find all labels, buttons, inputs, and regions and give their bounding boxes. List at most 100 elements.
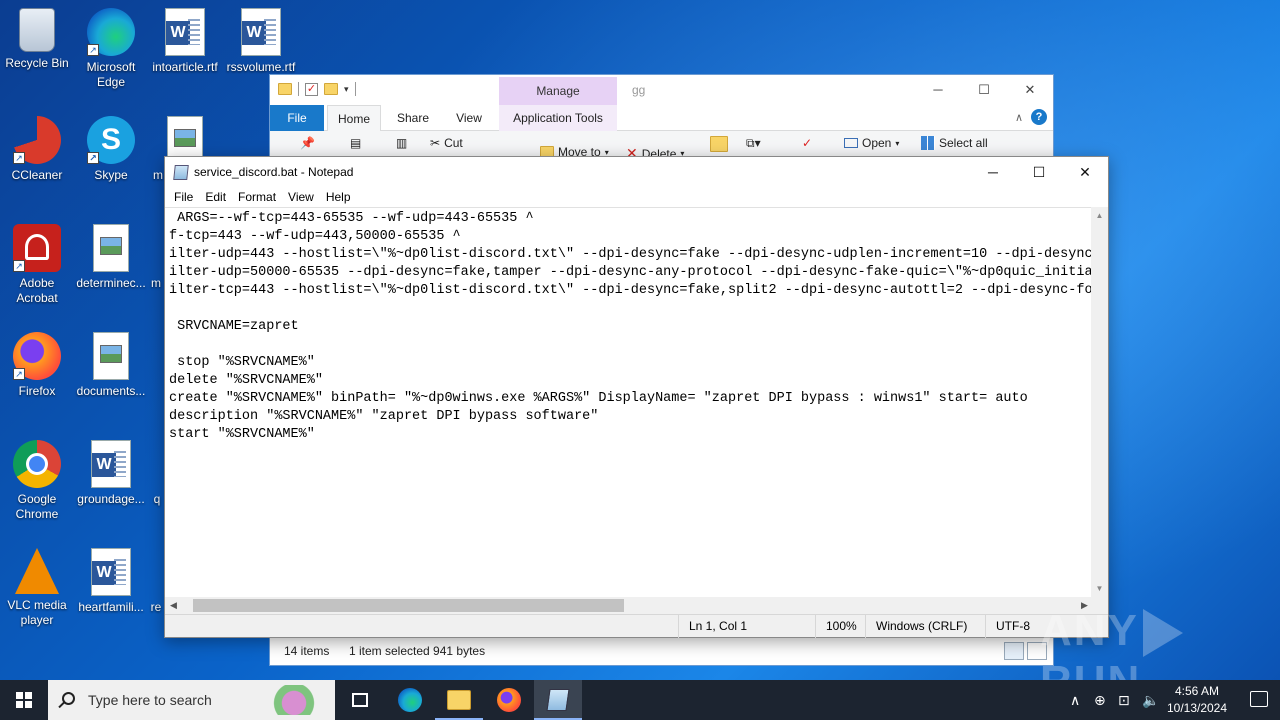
desktop-icon-partial-re[interactable]: re — [146, 548, 166, 615]
desktop-icon-acrobat[interactable]: ↗ Adobe Acrobat — [1, 224, 73, 306]
task-view-icon — [352, 693, 368, 707]
clock-date: 10/13/2024 — [1166, 701, 1228, 715]
pin-icon[interactable]: 📌 — [300, 136, 315, 150]
taskbar-edge[interactable] — [386, 680, 434, 720]
scroll-up-arrow-icon[interactable]: ▲ — [1091, 207, 1108, 224]
desktop-icon-label: Microsoft Edge — [86, 60, 136, 89]
properties-icon[interactable]: ✓ — [802, 136, 812, 150]
select-all-button[interactable]: Select all — [921, 136, 988, 150]
menu-bar: File Edit Format View Help — [165, 187, 1108, 207]
line-endings: Windows (CRLF) — [865, 615, 967, 638]
menu-format[interactable]: Format — [232, 187, 282, 207]
tab-file[interactable]: File — [270, 105, 324, 131]
system-tray: ∧ ⊕ ⊡ 🔈 4:56 AM 10/13/2024 — [1060, 680, 1280, 720]
start-button[interactable] — [0, 680, 48, 720]
cut-label: Cut — [444, 136, 463, 150]
desktop-icon-groundage[interactable]: W groundage... — [75, 440, 147, 507]
details-view-button[interactable] — [1004, 642, 1024, 660]
desktop-icon-label: determinec... — [76, 276, 146, 290]
edge-icon: ↗ — [87, 8, 135, 56]
desktop-icon-partial-m2[interactable]: m — [146, 224, 166, 291]
task-view-button[interactable] — [336, 680, 384, 720]
search-highlight-illustration — [259, 685, 329, 715]
desktop-icon-chrome[interactable]: Google Chrome — [1, 440, 73, 522]
minimize-button[interactable]: ─ — [915, 75, 961, 104]
chevron-up-icon[interactable]: ∧ — [1070, 692, 1080, 708]
notepad-window[interactable]: service_discord.bat - Notepad ─ ☐ ✕ File… — [164, 156, 1109, 638]
new-folder-icon[interactable] — [710, 136, 728, 152]
security-icon[interactable]: ⊕ — [1094, 692, 1106, 708]
copy-path-icon[interactable]: ⧉▾ — [746, 136, 761, 151]
minimize-button[interactable]: ─ — [970, 157, 1016, 187]
desktop-icon-label: Firefox — [18, 384, 56, 398]
taskbar-firefox[interactable] — [485, 680, 533, 720]
cut-button[interactable]: ✂ Cut — [430, 136, 463, 150]
scroll-down-arrow-icon[interactable]: ▼ — [1091, 580, 1108, 597]
tab-share[interactable]: Share — [388, 105, 438, 131]
notepad-titlebar[interactable]: service_discord.bat - Notepad ─ ☐ ✕ — [165, 157, 1108, 187]
text-line: SRVCNAME=zapret — [169, 319, 299, 334]
close-button[interactable]: ✕ — [1062, 157, 1108, 187]
maximize-button[interactable]: ☐ — [961, 75, 1007, 104]
network-icon[interactable]: ⊡ — [1118, 692, 1130, 708]
taskbar-notepad[interactable] — [534, 680, 582, 720]
open-button[interactable]: Open ▾ — [844, 136, 899, 150]
taskbar: Type here to search ∧ ⊕ ⊡ 🔈 4:56 AM 10/1… — [0, 680, 1280, 720]
ribbon-tabs: File Home Share View Application Tools ∧… — [270, 105, 1053, 131]
desktop-icon-label: Skype — [94, 168, 128, 182]
desktop-icon-heartfamili[interactable]: W heartfamili... — [75, 548, 147, 615]
manage-context-tab[interactable]: Manage — [499, 77, 617, 105]
menu-file[interactable]: File — [168, 187, 199, 207]
menu-help[interactable]: Help — [320, 187, 357, 207]
desktop-icon-edge[interactable]: ↗ Microsoft Edge — [75, 8, 147, 90]
desktop-icon-determinec[interactable]: determinec... — [75, 224, 147, 291]
horizontal-scrollbar[interactable]: ◀ ▶ — [165, 597, 1093, 614]
chevron-down-icon[interactable]: ▾ — [344, 84, 349, 95]
tab-application-tools[interactable]: Application Tools — [499, 105, 617, 131]
new-folder-icon[interactable] — [324, 83, 338, 95]
maximize-button[interactable]: ☐ — [1016, 157, 1062, 187]
desktop-icon-skype[interactable]: S ↗ Skype — [75, 116, 147, 183]
menu-view[interactable]: View — [282, 187, 320, 207]
close-button[interactable]: ✕ — [1007, 75, 1053, 104]
select-all-label: Select all — [939, 136, 988, 150]
notepad-icon — [173, 165, 189, 180]
window-title: service_discord.bat - Notepad — [194, 165, 354, 179]
skype-icon: S ↗ — [87, 116, 135, 164]
scissors-icon: ✂ — [430, 136, 441, 150]
copy-icon[interactable]: ▤ — [350, 136, 361, 150]
chevron-up-icon[interactable]: ∧ — [1015, 111, 1023, 124]
vertical-scrollbar[interactable]: ▲ ▼ — [1091, 207, 1108, 597]
explorer-titlebar[interactable]: ✓ ▾ Manage gg ─ ☐ ✕ — [270, 75, 1053, 105]
properties-icon[interactable]: ✓ — [305, 82, 318, 96]
desktop-icon-firefox[interactable]: ↗ Firefox — [1, 332, 73, 399]
word-document-icon: W — [241, 8, 281, 56]
tab-home[interactable]: Home — [327, 105, 381, 131]
horizontal-scroll-thumb[interactable] — [193, 599, 624, 612]
scroll-left-arrow-icon[interactable]: ◀ — [165, 597, 182, 614]
desktop-icon-recycle-bin[interactable]: Recycle Bin — [1, 8, 73, 71]
text-line: ilter-udp=443 --hostlist=\"%~dp0list-dis… — [169, 247, 1093, 262]
paste-icon[interactable]: ▥ — [396, 136, 407, 150]
desktop-icon-rssvolume[interactable]: W rssvolume.rtf — [225, 8, 297, 75]
text-editor[interactable]: ARGS=--wf-tcp=443-65535 --wf-udp=443-655… — [165, 207, 1093, 597]
cursor-position: Ln 1, Col 1 — [678, 615, 747, 638]
zoom-level: 100% — [815, 615, 857, 638]
desktop-icon-label: m — [151, 276, 161, 290]
menu-edit[interactable]: Edit — [199, 187, 232, 207]
taskbar-file-explorer[interactable] — [435, 680, 483, 720]
clock[interactable]: 4:56 AM 10/13/2024 — [1162, 683, 1232, 717]
taskbar-search-box[interactable]: Type here to search — [48, 680, 335, 720]
desktop-icon-intoarticle[interactable]: W intoarticle.rtf — [149, 8, 221, 75]
folder-icon — [447, 690, 471, 710]
help-icon[interactable]: ? — [1031, 109, 1047, 125]
text-line: f-tcp=443 --wf-udp=443,50000-65535 ^ — [169, 229, 461, 244]
tab-view[interactable]: View — [446, 105, 492, 131]
volume-icon[interactable]: 🔈 — [1142, 692, 1159, 708]
notification-icon[interactable] — [1250, 691, 1268, 707]
edge-icon — [398, 688, 422, 712]
desktop-icon-vlc[interactable]: VLC media player — [1, 548, 73, 628]
desktop-icon-ccleaner[interactable]: ↗ CCleaner — [1, 116, 73, 183]
text-line: description "%SRVCNAME%" "zapret DPI byp… — [169, 409, 599, 424]
desktop-icon-documents[interactable]: documents... — [75, 332, 147, 399]
